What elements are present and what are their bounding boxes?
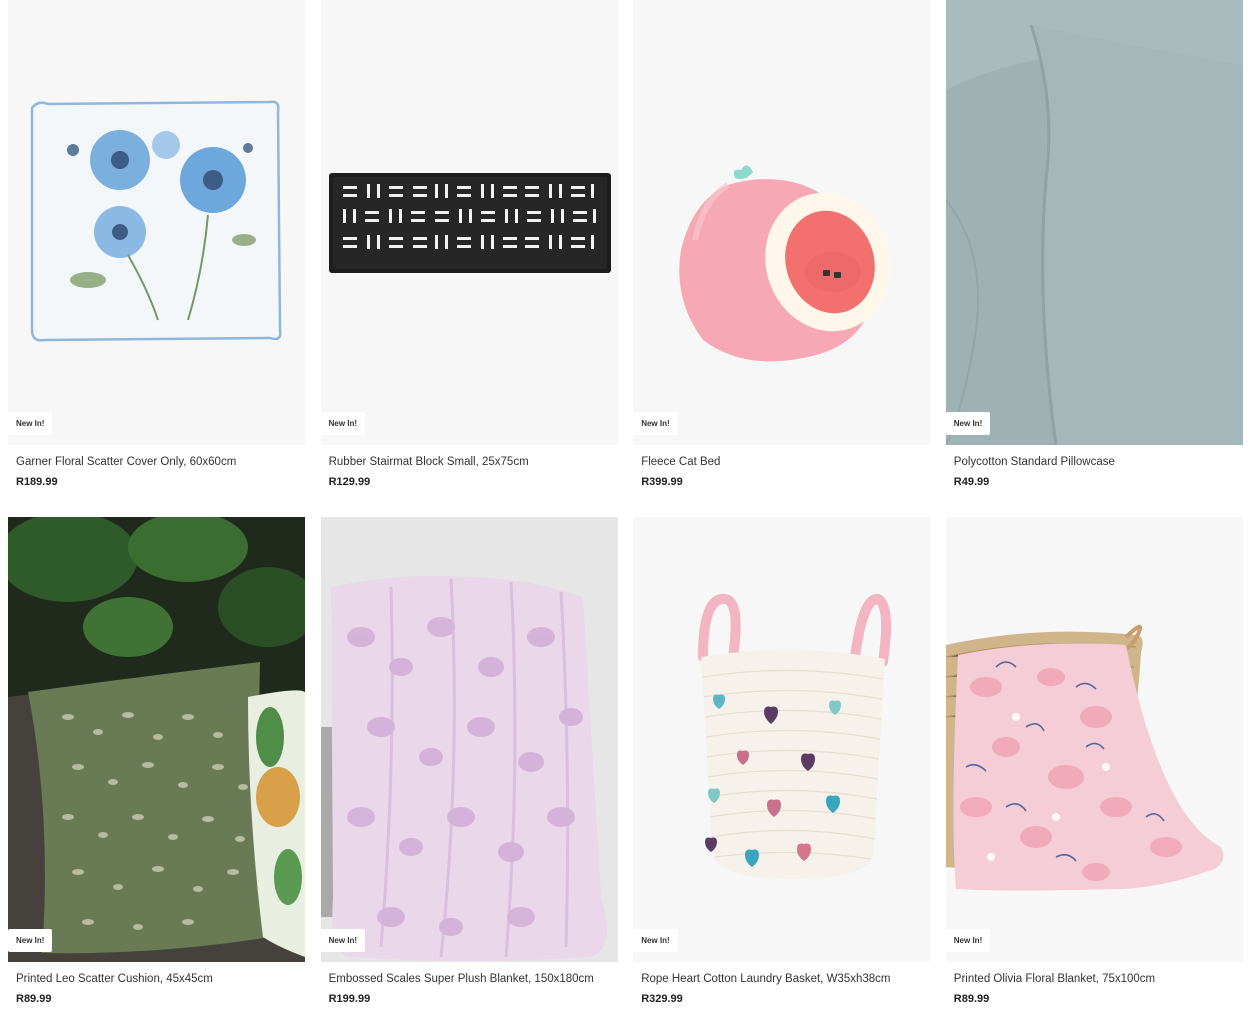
product-title[interactable]: Garner Floral Scatter Cover Only, 60x60c… bbox=[16, 455, 305, 469]
new-in-badge: New In! bbox=[633, 412, 678, 435]
product-card[interactable]: New In! Printed Leo Scatter Cushion, 45x… bbox=[8, 517, 305, 1034]
product-card[interactable]: New In! Embossed Scales Super Plush Blan… bbox=[320, 517, 618, 1034]
product-card[interactable]: New In! Rope Heart Cotton Laundry Basket… bbox=[633, 517, 931, 1034]
product-price: R189.99 bbox=[16, 476, 58, 488]
product-title[interactable]: Fleece Cat Bed bbox=[641, 455, 930, 469]
product-image[interactable]: New In! bbox=[320, 0, 618, 445]
laundry-basket-image bbox=[633, 517, 931, 962]
new-in-badge: New In! bbox=[320, 412, 366, 435]
new-in-badge: New In! bbox=[8, 412, 53, 435]
product-card[interactable]: New In! Garner Floral Scatter Cover Only… bbox=[8, 0, 305, 517]
product-price: R199.99 bbox=[328, 993, 371, 1005]
product-price: R89.99 bbox=[953, 993, 990, 1005]
product-grid: New In! Garner Floral Scatter Cover Only… bbox=[8, 0, 1243, 1034]
product-price: R49.99 bbox=[953, 476, 990, 488]
product-image[interactable]: New In! bbox=[945, 517, 1243, 962]
product-price: R89.99 bbox=[16, 993, 52, 1005]
product-image[interactable]: New In! bbox=[633, 0, 931, 445]
plush-blanket-image bbox=[320, 517, 618, 962]
product-card[interactable]: New In! Fleece Cat Bed R399.99 bbox=[633, 0, 931, 517]
product-title[interactable]: Polycotton Standard Pillowcase bbox=[954, 455, 1243, 469]
pillowcase-image bbox=[945, 0, 1243, 445]
floral-blanket-image bbox=[945, 517, 1243, 962]
new-in-badge: New In! bbox=[320, 929, 366, 952]
product-card[interactable]: New In! Printed Olivia Floral Blanket, 7… bbox=[945, 517, 1243, 1034]
product-title[interactable]: Printed Leo Scatter Cushion, 45x45cm bbox=[16, 972, 305, 986]
new-in-badge: New In! bbox=[945, 929, 991, 952]
floral-cushion-image bbox=[8, 0, 305, 445]
product-price: R129.99 bbox=[328, 476, 371, 488]
product-price: R399.99 bbox=[641, 476, 683, 488]
new-in-badge: New In! bbox=[633, 929, 678, 952]
product-image[interactable]: New In! bbox=[8, 0, 305, 445]
cat-bed-image bbox=[633, 0, 931, 445]
new-in-badge: New In! bbox=[8, 929, 53, 952]
product-title[interactable]: Rubber Stairmat Block Small, 25x75cm bbox=[329, 455, 618, 469]
product-title[interactable]: Rope Heart Cotton Laundry Basket, W35xh3… bbox=[641, 972, 930, 986]
product-image[interactable]: New In! bbox=[8, 517, 305, 962]
product-price: R329.99 bbox=[641, 993, 683, 1005]
stairmat-image bbox=[320, 0, 618, 445]
product-image[interactable]: New In! bbox=[945, 0, 1243, 445]
product-card[interactable]: New In! Rubber Stairmat Block Small, 25x… bbox=[320, 0, 618, 517]
leo-cushion-image bbox=[8, 517, 305, 962]
product-title[interactable]: Printed Olivia Floral Blanket, 75x100cm bbox=[954, 972, 1243, 986]
product-card[interactable]: New In! Polycotton Standard Pillowcase R… bbox=[945, 0, 1243, 517]
product-image[interactable]: New In! bbox=[320, 517, 618, 962]
new-in-badge: New In! bbox=[945, 412, 991, 435]
product-image[interactable]: New In! bbox=[633, 517, 931, 962]
product-title[interactable]: Embossed Scales Super Plush Blanket, 150… bbox=[329, 972, 618, 986]
